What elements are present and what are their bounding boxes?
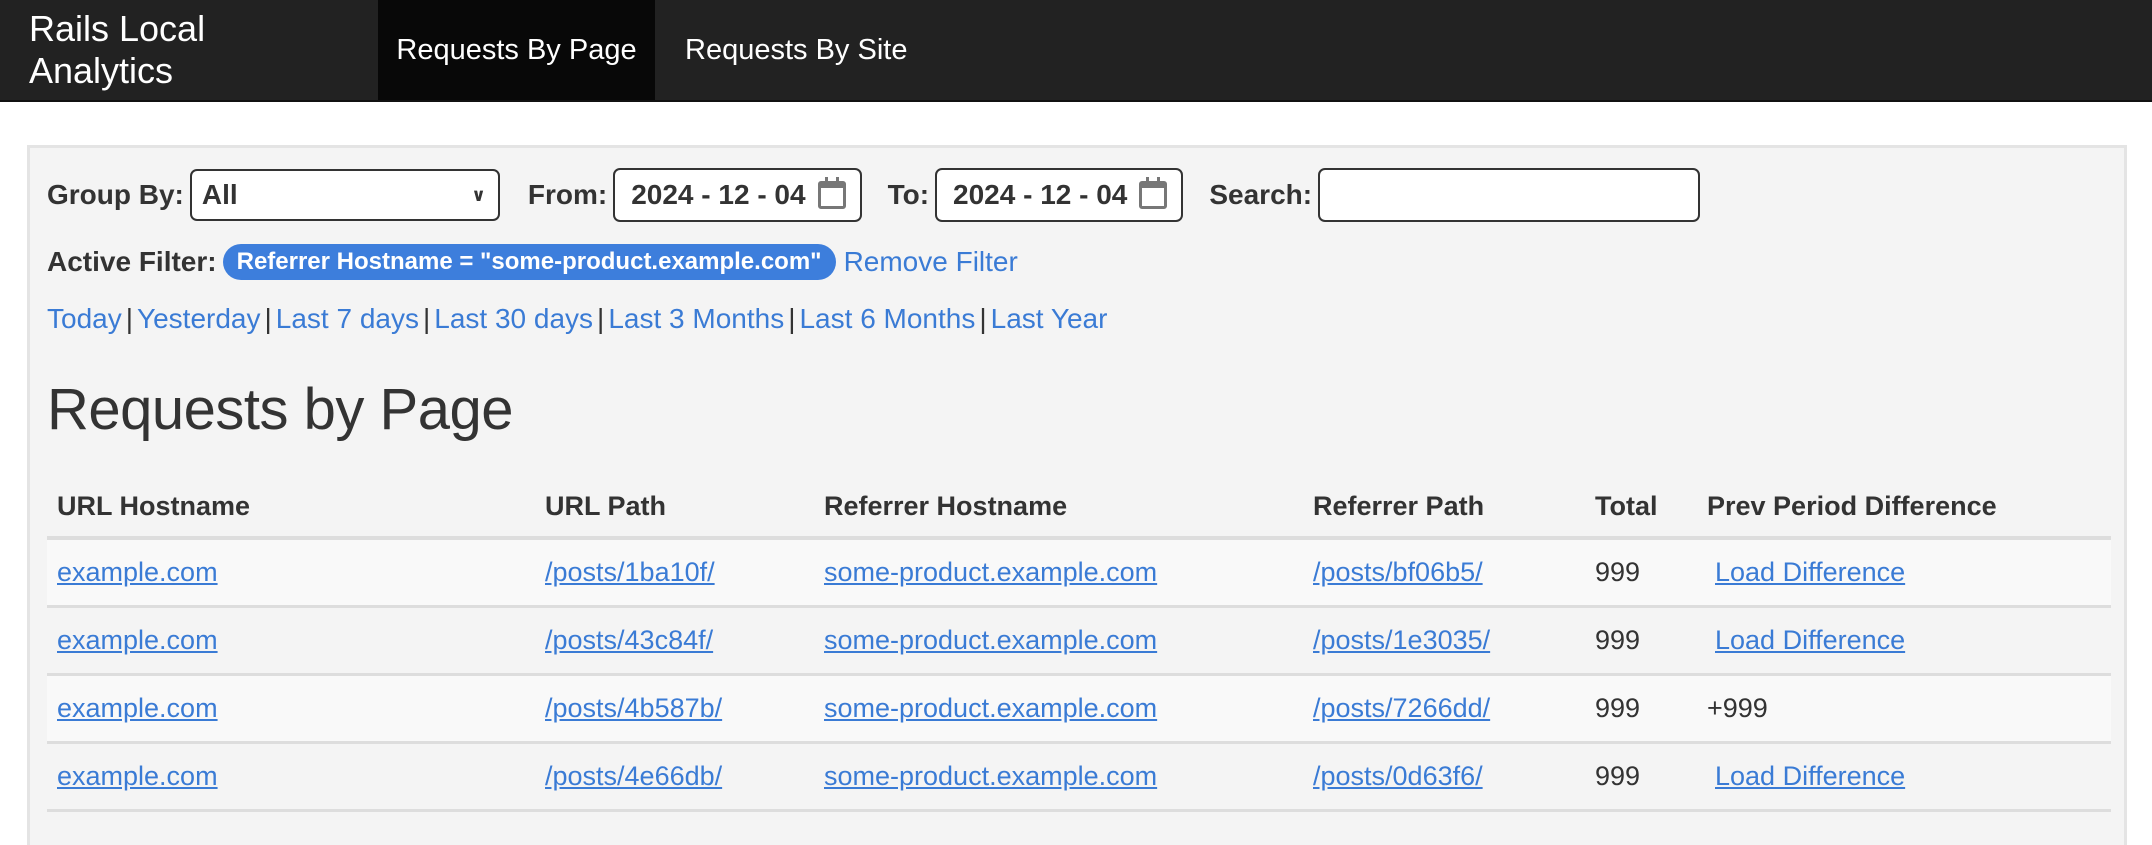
range-last-year[interactable]: Last Year <box>991 303 1108 334</box>
load-difference-link[interactable]: Load Difference <box>1715 557 1905 587</box>
load-difference-link[interactable]: Load Difference <box>1715 761 1905 791</box>
navbar: Rails Local Analytics Requests By Page R… <box>0 0 2152 102</box>
separator: | <box>264 303 272 334</box>
url-hostname-link[interactable]: example.com <box>57 693 218 723</box>
brand-title[interactable]: Rails Local Analytics <box>0 0 378 100</box>
to-label: To: <box>887 179 930 210</box>
col-referrer-hostname: Referrer Hostname <box>814 476 1303 540</box>
group-by-label: Group By: <box>47 179 184 210</box>
referrer-hostname-link[interactable]: some-product.example.com <box>824 693 1157 723</box>
col-prev-period-difference: Prev Period Difference <box>1697 476 2111 540</box>
total-value: 999 <box>1585 742 1697 812</box>
url-hostname-link[interactable]: example.com <box>57 557 218 587</box>
total-value: 999 <box>1585 674 1697 744</box>
search-label: Search: <box>1209 179 1313 210</box>
nav-requests-by-site[interactable]: Requests By Site <box>655 0 937 100</box>
table-row: example.com /posts/43c84f/ some-product.… <box>47 606 2111 676</box>
col-url-path: URL Path <box>535 476 814 540</box>
url-hostname-link[interactable]: example.com <box>57 625 218 655</box>
difference-value: +999 <box>1697 674 2111 744</box>
total-value: 999 <box>1585 606 1697 676</box>
date-range-links: Today | Yesterday | Last 7 days | Last 30 days… <box>47 303 1107 335</box>
range-last-3-months[interactable]: Last 3 Months <box>608 303 784 334</box>
referrer-hostname-link[interactable]: some-product.example.com <box>824 761 1157 791</box>
range-today[interactable]: Today <box>47 303 122 334</box>
referrer-path-link[interactable]: /posts/1e3035/ <box>1313 625 1490 655</box>
group-by-select[interactable]: All ∨ <box>189 169 500 221</box>
referrer-path-link[interactable]: /posts/7266dd/ <box>1313 693 1490 723</box>
search-input[interactable] <box>1318 168 1701 222</box>
range-last-7-days[interactable]: Last 7 days <box>276 303 419 334</box>
referrer-path-link[interactable]: /posts/0d63f6/ <box>1313 761 1483 791</box>
active-filter-label: Active Filter: <box>47 246 217 277</box>
from-date-input[interactable]: 2024 - 12 - 04 <box>613 168 862 222</box>
referrer-path-link[interactable]: /posts/bf06b5/ <box>1313 557 1483 587</box>
url-path-link[interactable]: /posts/43c84f/ <box>545 625 713 655</box>
table-row: example.com /posts/1ba10f/ some-product.… <box>47 538 2111 608</box>
col-total: Total <box>1585 476 1697 540</box>
page-title: Requests by Page <box>47 377 513 442</box>
separator: | <box>422 303 431 334</box>
url-path-link[interactable]: /posts/4b587b/ <box>545 693 722 723</box>
table-row: example.com /posts/4b587b/ some-product.… <box>47 674 2111 744</box>
url-path-link[interactable]: /posts/1ba10f/ <box>545 557 715 587</box>
range-last-30-days[interactable]: Last 30 days <box>434 303 593 334</box>
filter-bar: Group By: All ∨ From: 2024 - 12 - 04 To:… <box>47 168 1701 222</box>
main-panel: Group By: All ∨ From: 2024 - 12 - 04 To:… <box>27 145 2127 845</box>
from-date-value: 2024 - 12 - 04 <box>631 179 806 210</box>
group-by-value: All <box>201 179 238 210</box>
chevron-down-icon: ∨ <box>471 184 486 205</box>
separator: | <box>788 303 796 334</box>
range-yesterday[interactable]: Yesterday <box>137 303 261 334</box>
from-label: From: <box>527 179 608 210</box>
col-url-hostname: URL Hostname <box>47 476 535 540</box>
calendar-icon[interactable] <box>1139 177 1168 209</box>
url-path-link[interactable]: /posts/4e66db/ <box>545 761 722 791</box>
to-date-value: 2024 - 12 - 04 <box>953 179 1128 210</box>
nav-requests-by-page[interactable]: Requests By Page <box>378 0 655 100</box>
calendar-icon[interactable] <box>817 177 846 209</box>
col-referrer-path: Referrer Path <box>1303 476 1585 540</box>
separator: | <box>597 303 605 334</box>
separator: | <box>979 303 987 334</box>
load-difference-link[interactable]: Load Difference <box>1715 625 1905 655</box>
total-value: 999 <box>1585 538 1697 608</box>
requests-table: URL Hostname URL Path Referrer Hostname … <box>47 476 2111 812</box>
remove-filter-link[interactable]: Remove Filter <box>844 246 1018 278</box>
referrer-hostname-link[interactable]: some-product.example.com <box>824 557 1157 587</box>
active-filter-badge: Referrer Hostname = "some-product.exampl… <box>222 244 836 280</box>
url-hostname-link[interactable]: example.com <box>57 761 218 791</box>
active-filter-row: Active Filter: Referrer Hostname = "some… <box>47 244 1018 280</box>
to-date-input[interactable]: 2024 - 12 - 04 <box>935 168 1184 222</box>
table-row: example.com /posts/4e66db/ some-product.… <box>47 742 2111 812</box>
referrer-hostname-link[interactable]: some-product.example.com <box>824 625 1157 655</box>
range-last-6-months[interactable]: Last 6 Months <box>799 303 975 334</box>
separator: | <box>125 303 133 334</box>
table-header-row: URL Hostname URL Path Referrer Hostname … <box>47 476 2111 540</box>
